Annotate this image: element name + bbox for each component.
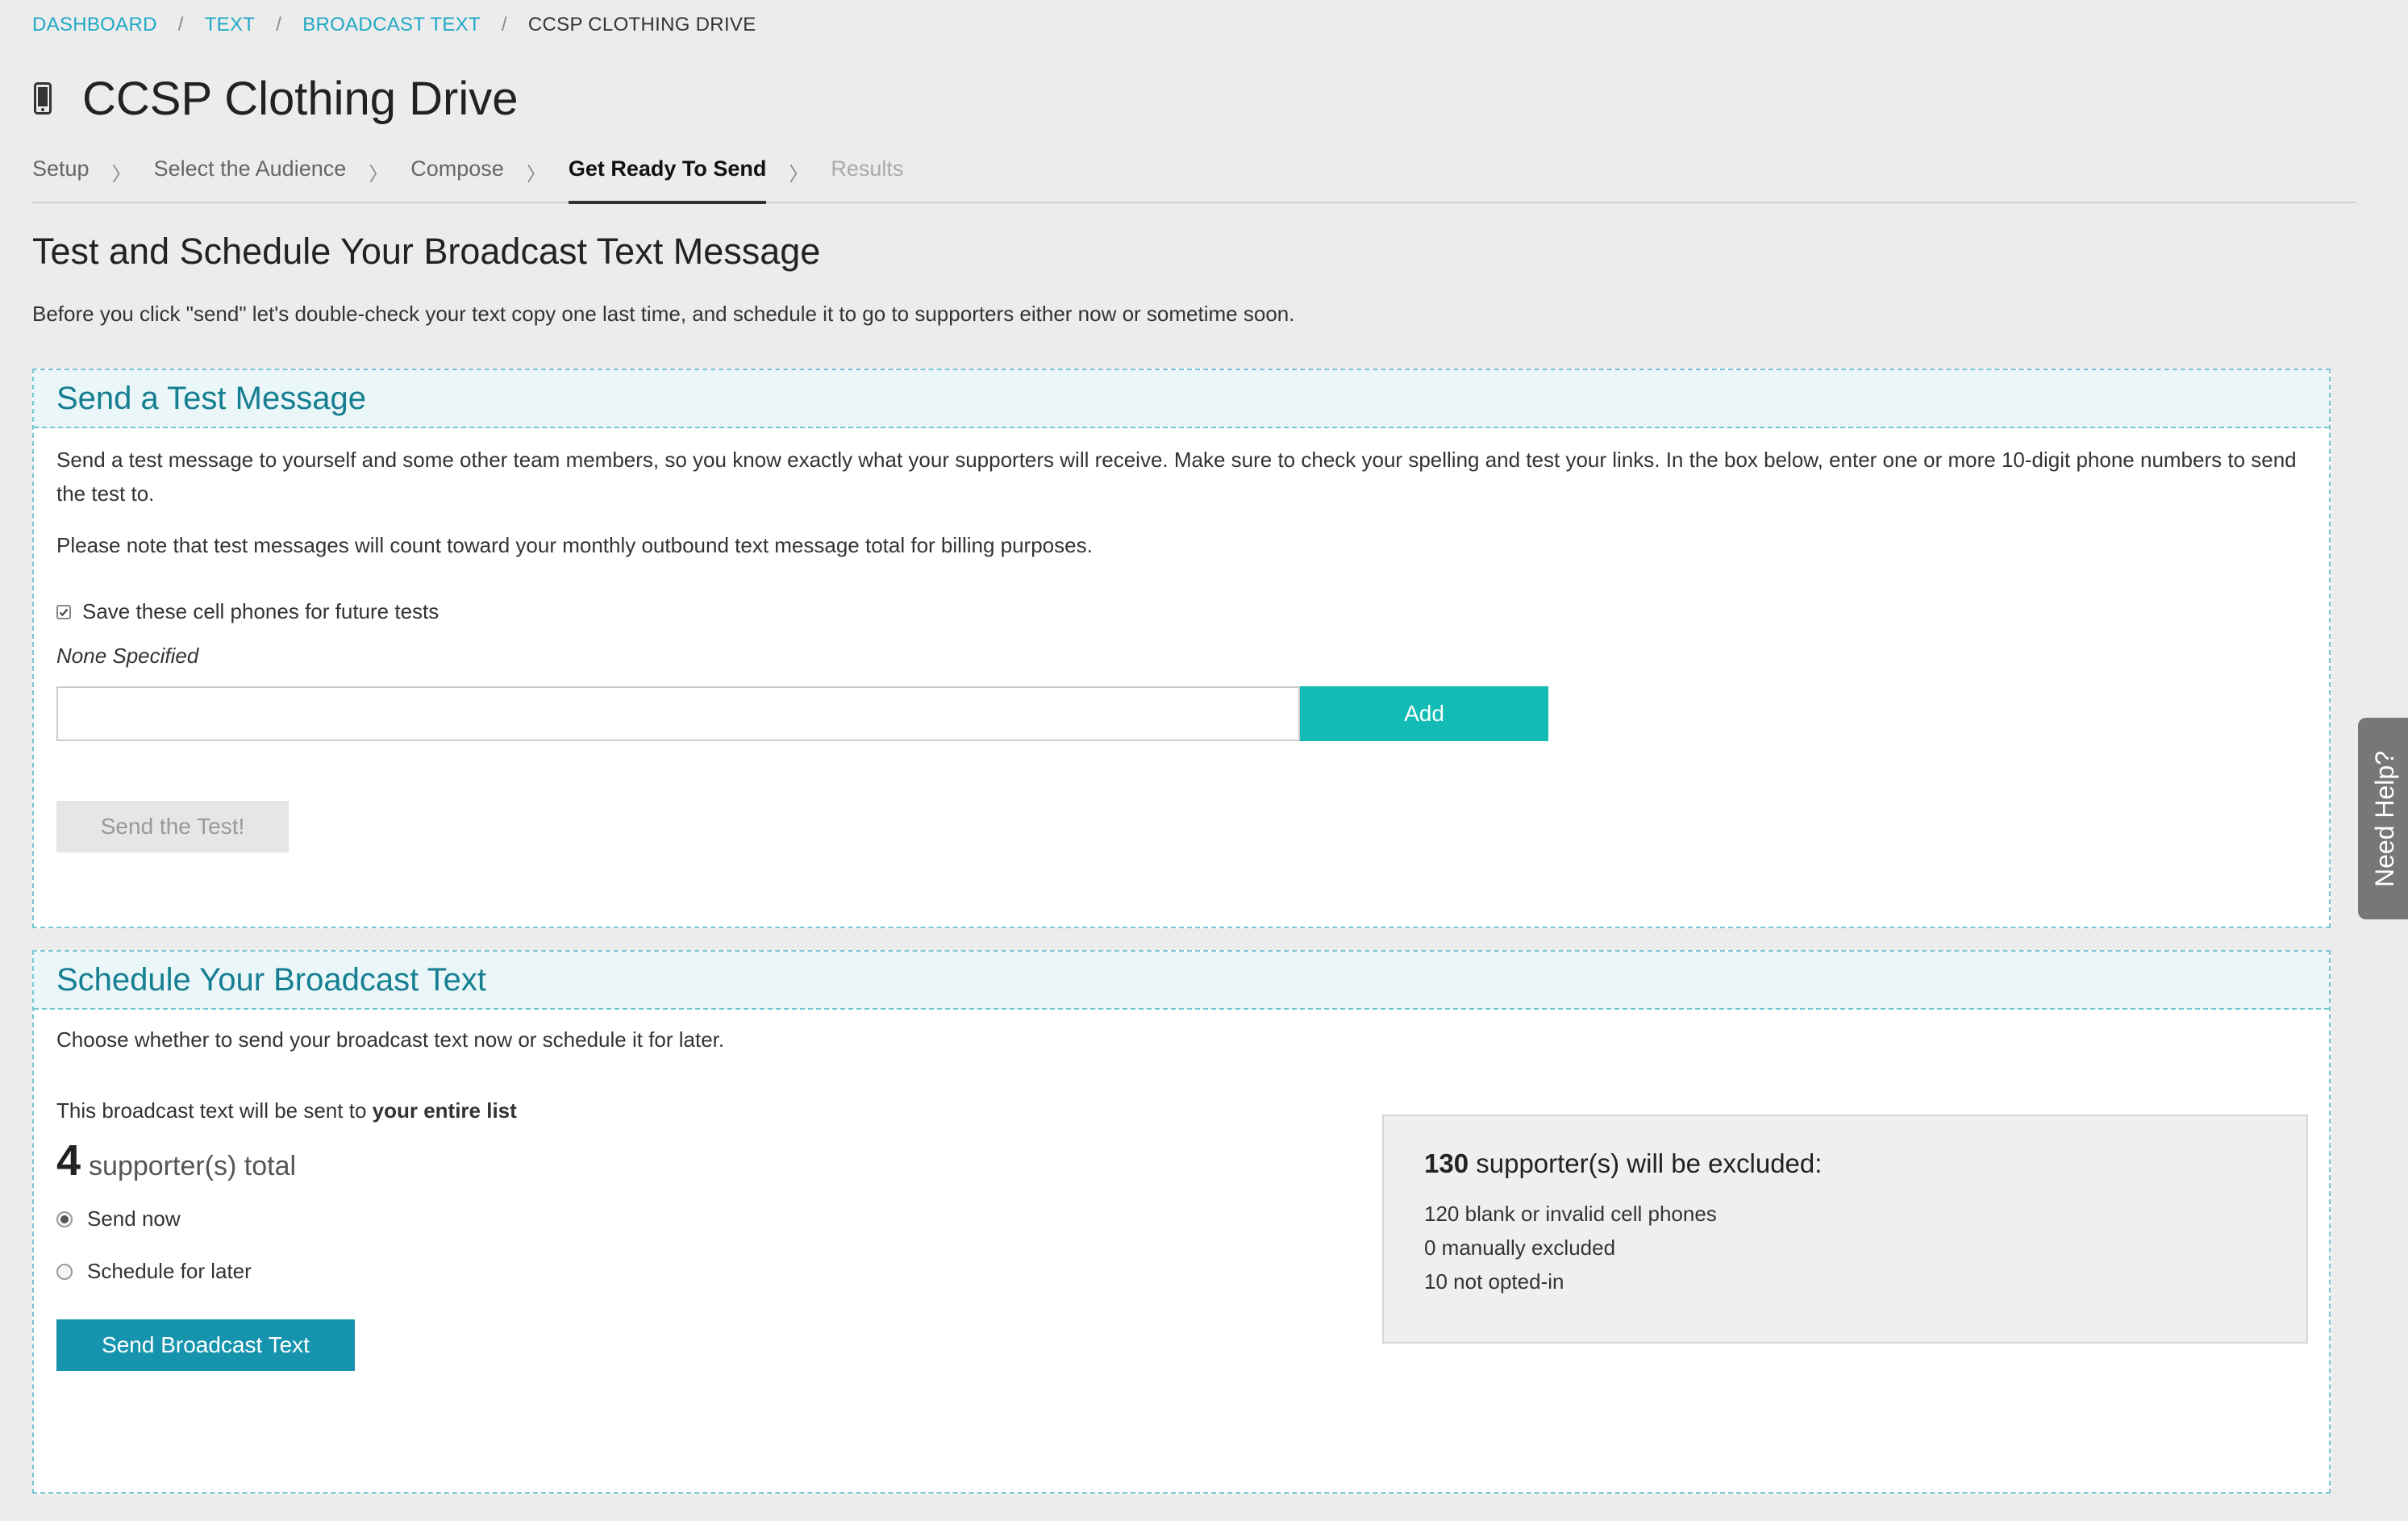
test-panel-title: Send a Test Message [56, 380, 366, 416]
schedule-panel-body: Choose whether to send your broadcast te… [34, 1023, 2329, 1371]
excluded-reason: 0 manually excluded [1424, 1236, 1616, 1260]
step-results: Results [831, 156, 904, 181]
chevron-right-icon: 〉 [111, 164, 131, 185]
supporters-total-label: supporter(s) total [89, 1151, 297, 1181]
saved-phones-none: None Specified [56, 644, 199, 668]
chevron-right-icon: 〉 [369, 164, 389, 185]
checkmark-icon [59, 608, 69, 616]
add-phone-button[interactable]: Add [1300, 686, 1548, 741]
breadcrumb: DASHBOARD / TEXT / BROADCAST TEXT / CCSP… [32, 11, 756, 39]
schedule-panel-title: Schedule Your Broadcast Text [56, 961, 486, 998]
page: DASHBOARD / TEXT / BROADCAST TEXT / CCSP… [0, 0, 2408, 1521]
excluded-label: supporter(s) will be excluded: [1476, 1148, 1823, 1178]
section-title: Test and Schedule Your Broadcast Text Me… [32, 231, 821, 272]
test-panel-header: Send a Test Message [34, 370, 2329, 428]
need-help-label: Need Help? [2369, 750, 2399, 887]
test-panel-body: Send a test message to yourself and some… [34, 443, 2329, 852]
need-help-tab[interactable]: Need Help? [2358, 718, 2408, 919]
excluded-summary-box: 130 supporter(s) will be excluded: 120 b… [1382, 1115, 2308, 1344]
excluded-reason: 120 blank or invalid cell phones [1424, 1202, 1717, 1226]
wizard-steps: Setup 〉 Select the Audience 〉 Compose 〉 … [32, 150, 2356, 204]
breadcrumb-separator: / [501, 14, 507, 35]
radio-selected-dot [60, 1215, 69, 1223]
save-phones-label: Save these cell phones for future tests [82, 599, 440, 623]
breadcrumb-separator: / [177, 14, 184, 35]
excluded-reason: 10 not opted-in [1424, 1269, 1564, 1294]
breadcrumb-broadcast-text-link[interactable]: BROADCAST TEXT [302, 14, 481, 36]
send-broadcast-button[interactable]: Send Broadcast Text [56, 1319, 355, 1371]
save-phones-checkbox-row[interactable]: Save these cell phones for future tests [56, 599, 2306, 624]
test-message-panel: Send a Test Message Send a test message … [32, 369, 2331, 928]
page-title: CCSP Clothing Drive [82, 72, 519, 125]
send-now-radio[interactable] [56, 1211, 73, 1227]
section-description: Before you click "send" let's double-che… [32, 302, 1295, 326]
test-instructions: Send a test message to yourself and some… [56, 448, 2297, 506]
sent-to-prefix: This broadcast text will be sent to [56, 1098, 367, 1123]
breadcrumb-separator: / [276, 14, 282, 35]
schedule-panel: Schedule Your Broadcast Text Choose whet… [32, 950, 2331, 1494]
phone-input-row: Add [56, 686, 2306, 741]
send-test-button[interactable]: Send the Test! [56, 801, 289, 852]
chevron-right-icon: 〉 [526, 164, 546, 185]
send-now-label: Send now [87, 1206, 181, 1231]
save-phones-checkbox[interactable] [56, 604, 71, 619]
step-compose[interactable]: Compose [410, 150, 504, 202]
mobile-phone-icon [31, 76, 55, 121]
schedule-later-label: Schedule for later [87, 1259, 252, 1283]
phone-number-input[interactable] [56, 686, 1300, 741]
excluded-title: 130 supporter(s) will be excluded: [1424, 1148, 2266, 1179]
breadcrumb-dashboard-link[interactable]: DASHBOARD [32, 14, 157, 36]
page-header: CCSP Clothing Drive [31, 69, 518, 127]
schedule-panel-header: Schedule Your Broadcast Text [34, 952, 2329, 1010]
breadcrumb-current: CCSP CLOTHING DRIVE [527, 14, 756, 35]
step-select-audience[interactable]: Select the Audience [154, 150, 347, 202]
breadcrumb-text-link[interactable]: TEXT [205, 14, 256, 36]
sent-to-target: your entire list [372, 1098, 517, 1123]
billing-note: Please note that test messages will coun… [56, 533, 1093, 557]
schedule-later-radio[interactable] [56, 1263, 73, 1280]
step-get-ready-to-send[interactable]: Get Ready To Send [568, 150, 767, 204]
excluded-count: 130 [1424, 1148, 1469, 1178]
chevron-right-icon: 〉 [789, 164, 809, 185]
schedule-description: Choose whether to send your broadcast te… [56, 1027, 725, 1052]
step-setup[interactable]: Setup [32, 150, 90, 202]
supporters-total-count: 4 [56, 1136, 81, 1185]
